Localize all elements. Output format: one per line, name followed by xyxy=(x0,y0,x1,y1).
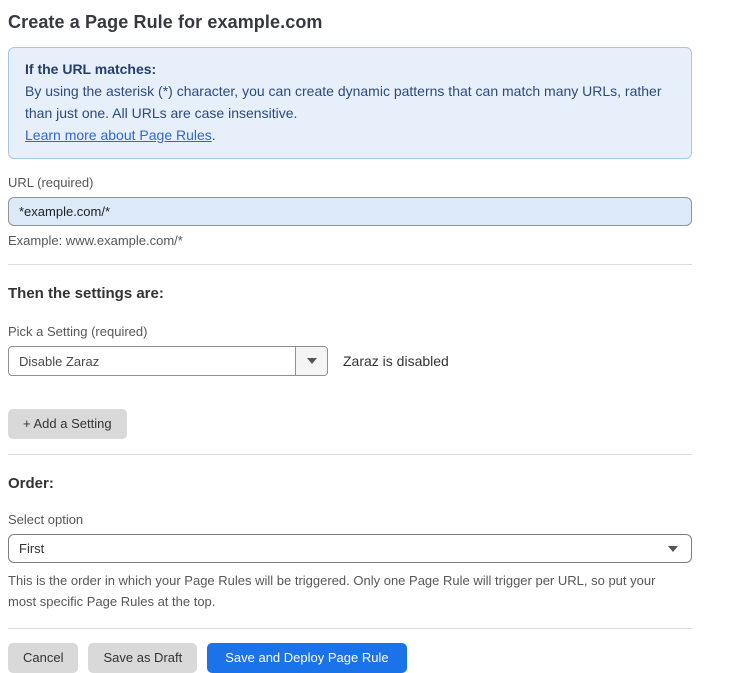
info-box-body: By using the asterisk (*) character, you… xyxy=(25,80,675,124)
chevron-down-icon xyxy=(307,358,317,364)
url-field-label: URL (required) xyxy=(8,175,692,190)
save-and-deploy-button[interactable]: Save and Deploy Page Rule xyxy=(207,643,406,673)
setting-select-value: Disable Zaraz xyxy=(9,347,295,375)
order-caret-wrap xyxy=(668,546,691,552)
url-example-helper: Example: www.example.com/* xyxy=(8,233,692,248)
link-suffix: . xyxy=(212,127,216,143)
order-select-label: Select option xyxy=(8,512,692,527)
form-actions: Cancel Save as Draft Save and Deploy Pag… xyxy=(8,643,692,673)
setting-row: Disable Zaraz Zaraz is disabled xyxy=(8,346,692,376)
url-input[interactable] xyxy=(8,197,692,226)
learn-more-link[interactable]: Learn more about Page Rules xyxy=(25,127,212,143)
cancel-button[interactable]: Cancel xyxy=(8,643,78,673)
url-match-info-box: If the URL matches: By using the asteris… xyxy=(8,47,692,159)
setting-select-arrow-button[interactable] xyxy=(295,347,327,375)
order-section-heading: Order: xyxy=(8,475,692,492)
divider xyxy=(8,454,692,455)
order-select[interactable]: First xyxy=(8,534,692,563)
save-as-draft-button[interactable]: Save as Draft xyxy=(88,643,197,673)
settings-section-heading: Then the settings are: xyxy=(8,285,692,302)
add-setting-button[interactable]: + Add a Setting xyxy=(8,409,127,439)
order-select-value: First xyxy=(9,541,668,556)
chevron-down-icon xyxy=(668,546,678,552)
page-title: Create a Page Rule for example.com xyxy=(8,12,750,33)
info-box-heading: If the URL matches: xyxy=(25,58,675,80)
setting-select[interactable]: Disable Zaraz xyxy=(8,346,328,376)
pick-setting-label: Pick a Setting (required) xyxy=(8,324,692,339)
divider xyxy=(8,264,692,265)
page-rule-form: Create a Page Rule for example.com If th… xyxy=(0,0,750,673)
order-helper-text: This is the order in which your Page Rul… xyxy=(8,570,684,612)
setting-status-text: Zaraz is disabled xyxy=(343,353,449,369)
divider xyxy=(8,628,692,629)
info-link-line: Learn more about Page Rules. xyxy=(25,124,675,146)
